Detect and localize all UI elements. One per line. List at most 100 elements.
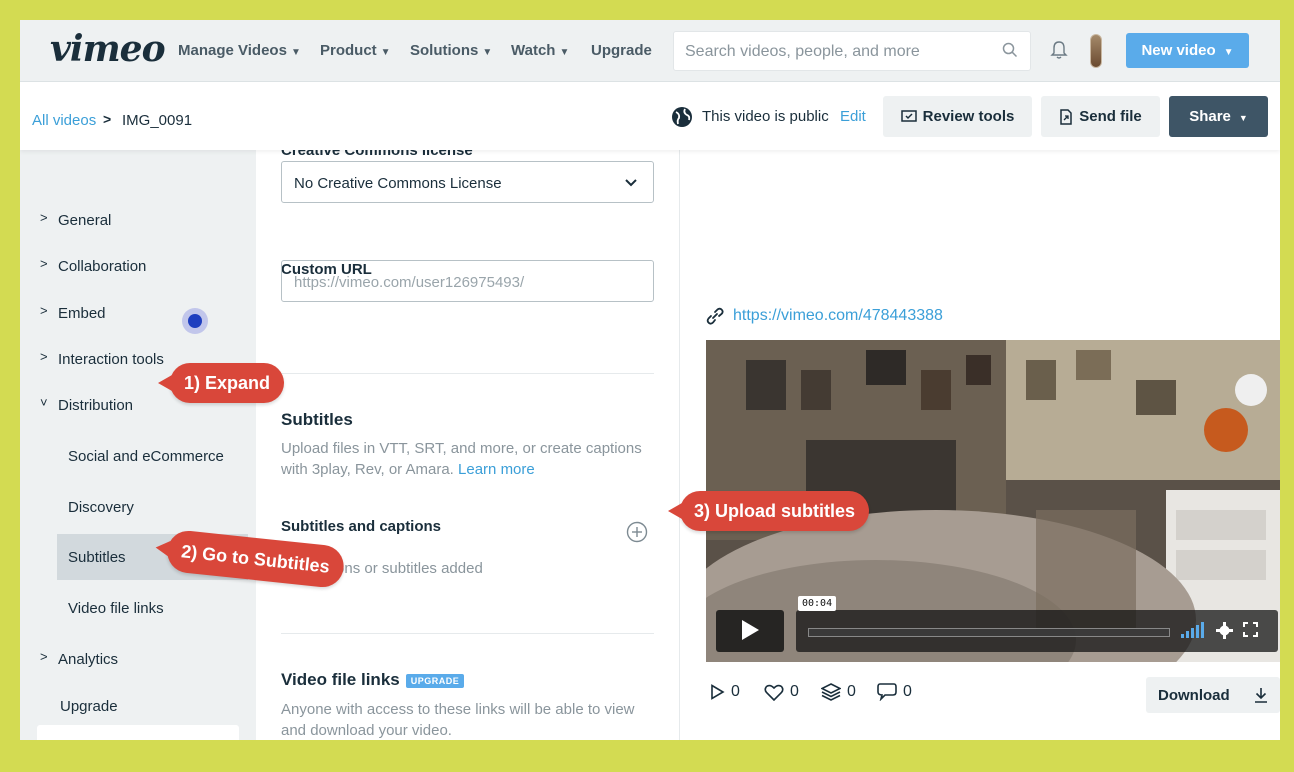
sidebar-subitem-label: Discovery [68,499,134,516]
nav-label: Watch [511,42,556,59]
nav-product[interactable]: Product ▼ [320,42,391,59]
chevron-down-icon: ▼ [1238,113,1248,123]
download-icon [1255,688,1267,703]
chevron-down-icon: ▼ [482,47,493,58]
chevron-down-icon: ˅ [40,395,48,410]
send-file-icon [1060,108,1072,125]
stat-value: 0 [847,683,856,700]
review-icon [900,109,917,122]
sidebar-item-label: Upgrade [60,698,118,715]
top-nav: vimeo Manage Videos ▼ Product ▼ Solutions ▼… [20,20,1280,82]
upgrade-badge[interactable]: UPGRADE [405,673,465,688]
video-subheader: All videos > IMG_0091 This video is publ… [20,82,1280,150]
learn-more-link[interactable]: Learn more [458,461,535,478]
nav-watch[interactable]: Watch ▼ [511,42,569,59]
new-video-button[interactable]: New video ▼ [1126,33,1249,68]
divider [281,633,654,634]
nav-solutions[interactable]: Solutions ▼ [410,42,492,59]
stat-value: 0 [790,683,799,700]
stat-value: 0 [731,683,740,700]
sidebar-subitem-video-file-links[interactable]: Video file links [57,585,248,631]
chevron-down-icon: ▼ [1223,47,1234,58]
play-button[interactable] [716,610,784,652]
settings-gear-icon[interactable] [1216,622,1233,639]
progress-scrubber[interactable] [808,628,1170,637]
download-label: Download [1158,686,1230,704]
play-outline-icon [711,684,725,700]
search-placeholder: Search videos, people, and more [685,43,920,60]
bell-icon[interactable] [1050,40,1068,60]
send-file-label: Send file [1079,108,1142,125]
review-tools-button[interactable]: Review tools [883,96,1032,137]
callout-step-3: 3) Upload subtitles [667,491,870,531]
divider [281,373,654,374]
chevron-down-icon: ▼ [290,47,301,58]
stat-likes[interactable]: 0 [764,683,799,701]
send-file-button[interactable]: Send file [1041,96,1160,137]
chevron-down-icon [625,179,637,187]
player-controls: 00:04 [716,596,1278,652]
globe-icon [672,107,692,127]
nav-upgrade[interactable]: Upgrade [591,42,652,59]
comment-icon [877,683,897,701]
sidebar-subitem-label: Social and eCommerce [68,448,224,465]
subtitles-section-title: Subtitles [281,410,353,429]
sidebar-item-label: General [58,212,112,229]
layers-icon [821,683,841,701]
stat-value: 0 [903,683,912,700]
sidebar-subitem-label: Subtitles [68,549,126,566]
video-file-links-title-text: Video file links [281,670,400,689]
vimeo-logo[interactable]: vimeo [50,28,166,70]
video-url-link[interactable]: https://vimeo.com/478443388 [733,307,943,325]
sidebar-subitem-label: Video file links [68,600,164,617]
new-video-label: New video [1141,42,1216,59]
sidebar-item-label: Analytics [58,651,119,668]
video-preview-panel: https://vimeo.com/478443388 00:04 0 0 0 … [680,150,1280,740]
nav-label: Product [320,42,377,59]
sidebar-item-label: Collaboration [58,258,147,275]
nav-manage-videos[interactable]: Manage Videos ▼ [178,42,301,59]
chevron-right-icon: > [40,349,48,364]
add-subtitles-icon[interactable] [626,521,648,543]
download-button[interactable]: Download [1146,677,1280,713]
play-icon [742,619,759,640]
breadcrumb-current: IMG_0091 [122,112,193,129]
sidebar-item-label: Embed [58,305,106,322]
volume-icon[interactable] [1181,622,1207,638]
custom-url-input[interactable]: https://vimeo.com/user126975493/ [281,260,654,302]
cc-license-value: No Creative Commons License [294,175,502,192]
subtitles-help: Upload files in VTT, SRT, and more, or c… [281,438,661,480]
chevron-right-icon: > [40,256,48,271]
breadcrumb-separator: > [103,111,112,127]
sidebar-item-label: Interaction tools [58,351,164,368]
share-button[interactable]: Share ▼ [1169,96,1268,137]
search-icon [1002,42,1018,58]
edit-privacy-link[interactable]: Edit [840,108,866,125]
callout-step-1: 1) Expand [157,363,285,403]
cursor-indicator [182,308,208,334]
sidebar-footer-card [37,725,239,740]
chevron-down-icon: ▼ [380,47,391,58]
time-tooltip: 00:04 [798,596,837,611]
privacy-status: This video is public [702,108,829,125]
settings-form: Creative Commons license No Creative Com… [256,142,680,740]
chevron-right-icon: > [40,210,48,225]
settings-sidebar: > General > Collaboration > Embed > Interact… [20,150,256,740]
breadcrumb-all-videos[interactable]: All videos [32,112,96,129]
custom-url-placeholder: https://vimeo.com/user126975493/ [294,274,525,291]
avatar[interactable] [1090,34,1102,68]
sidebar-subitem-discovery[interactable]: Discovery [57,484,248,530]
fullscreen-icon[interactable] [1243,622,1258,637]
chevron-down-icon: ▼ [559,47,570,58]
sidebar-item-label: Distribution [58,397,134,414]
nav-label: Manage Videos [178,42,287,59]
stat-collections[interactable]: 0 [821,683,856,701]
stat-comments[interactable]: 0 [877,683,912,701]
subtitles-captions-label: Subtitles and captions [281,518,442,535]
heart-icon [764,684,784,701]
chevron-right-icon: > [40,649,48,664]
link-icon [706,307,724,325]
sidebar-subitem-social-ecommerce[interactable]: Social and eCommerce [57,433,248,479]
search-input[interactable]: Search videos, people, and more [673,31,1031,71]
cc-license-select[interactable]: No Creative Commons License [281,161,654,203]
